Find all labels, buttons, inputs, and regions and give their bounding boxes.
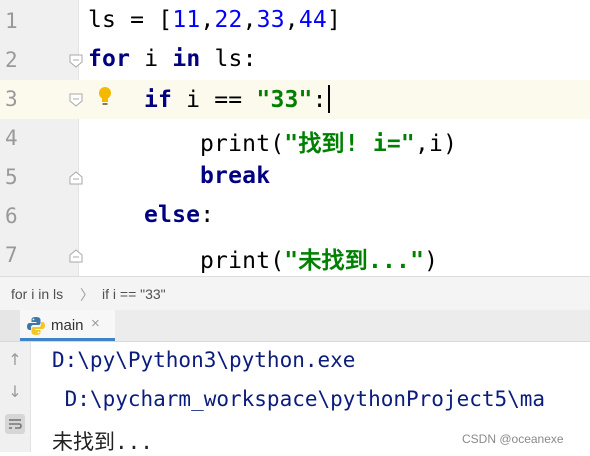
code-keyword: for [88, 46, 131, 72]
code-keyword: break [200, 163, 271, 189]
code-text: if i == "33": [144, 85, 330, 113]
code-number: 22 [214, 7, 243, 33]
gutter-cell: 3 [0, 80, 83, 119]
code-identifier: ) [424, 248, 439, 274]
code-bracket: ] [326, 7, 341, 33]
gutter-cell: 5 [0, 158, 83, 197]
line-number: 5 [5, 165, 18, 189]
fold-icon[interactable] [68, 53, 84, 69]
code-identifier: i [130, 46, 173, 72]
code-number: 11 [172, 7, 201, 33]
console-output-line: D:\pycharm_workspace\pythonProject5\ma [52, 387, 546, 411]
breadcrumb-separator: 〉 [80, 287, 94, 303]
line-number: 6 [5, 204, 18, 228]
code-line-7[interactable]: 7 print("未找到...") [0, 236, 590, 275]
wrap-icon[interactable] [5, 414, 25, 434]
code-line-3[interactable]: 3 if i == "33": [0, 80, 590, 119]
code-colon: : [312, 87, 327, 113]
code-function: print( [200, 248, 285, 274]
code-identifier: ls [88, 7, 117, 33]
console-toolbar: ↑ ↓ [0, 342, 31, 452]
close-icon[interactable]: × [91, 315, 100, 332]
run-tab-label: main [51, 317, 84, 334]
line-number: 7 [5, 243, 18, 267]
code-line-5[interactable]: 5 break [0, 158, 590, 197]
code-string: "找到! i=" [284, 131, 415, 157]
code-string: "33" [256, 87, 313, 113]
code-text: print("找到! i=",i) [200, 124, 457, 158]
lightbulb-icon[interactable] [97, 85, 113, 107]
down-arrow-icon[interactable]: ↓ [5, 382, 25, 402]
run-tab-main[interactable]: main × [20, 310, 115, 341]
code-comma: , [284, 7, 299, 33]
line-number: 1 [5, 9, 18, 33]
breadcrumb-item-if[interactable]: if i == "33" [102, 286, 166, 302]
text-caret [327, 85, 330, 113]
code-text: break [200, 163, 270, 189]
gutter-cell: 4 [0, 119, 78, 158]
code-editor[interactable]: 1 ls = [11,22,33,44] 2 for i in ls: 3 if… [0, 0, 590, 276]
code-identifier: i == [172, 87, 257, 113]
code-text: print("未找到...") [200, 241, 438, 275]
fold-end-icon[interactable] [68, 248, 84, 264]
code-number: 33 [256, 7, 285, 33]
python-icon [27, 317, 45, 335]
gutter-cell: 7 [0, 236, 83, 275]
line-number: 3 [5, 87, 18, 111]
run-tab-bar: main × [0, 310, 590, 342]
code-string: "未找到..." [284, 248, 425, 274]
code-line-6[interactable]: 6 else: [0, 197, 590, 236]
fold-end-icon[interactable] [68, 170, 84, 186]
gutter-cell: 1 [0, 2, 78, 41]
code-text: else: [144, 202, 214, 228]
code-number: 44 [298, 7, 327, 33]
code-comma: , [200, 7, 215, 33]
gutter-cell: 2 [0, 41, 83, 80]
line-number: 2 [5, 48, 18, 72]
code-keyword: else [144, 202, 201, 228]
code-colon: : [200, 202, 215, 228]
breadcrumb: for i in ls 〉 if i == "33" [0, 276, 590, 311]
code-comma: , [242, 7, 257, 33]
console-output-line: D:\py\Python3\python.exe [52, 348, 356, 372]
code-identifier: ls: [200, 46, 257, 72]
up-arrow-icon[interactable]: ↑ [5, 350, 25, 370]
code-function: print( [200, 131, 285, 157]
watermark: CSDN @oceanexe [462, 432, 564, 446]
code-keyword: if [144, 87, 173, 113]
line-number: 4 [5, 126, 18, 150]
code-keyword: in [172, 46, 201, 72]
code-text: ls = [11,22,33,44] [88, 7, 341, 33]
fold-icon[interactable] [68, 92, 84, 108]
code-line-1[interactable]: 1 ls = [11,22,33,44] [0, 2, 590, 41]
code-line-4[interactable]: 4 print("找到! i=",i) [0, 119, 590, 158]
code-line-2[interactable]: 2 for i in ls: [0, 41, 590, 80]
code-operator: = [ [116, 7, 173, 33]
breadcrumb-item-for[interactable]: for i in ls [11, 286, 63, 302]
code-identifier: ,i) [414, 131, 458, 157]
gutter-cell: 6 [0, 197, 78, 236]
code-text: for i in ls: [88, 46, 257, 72]
